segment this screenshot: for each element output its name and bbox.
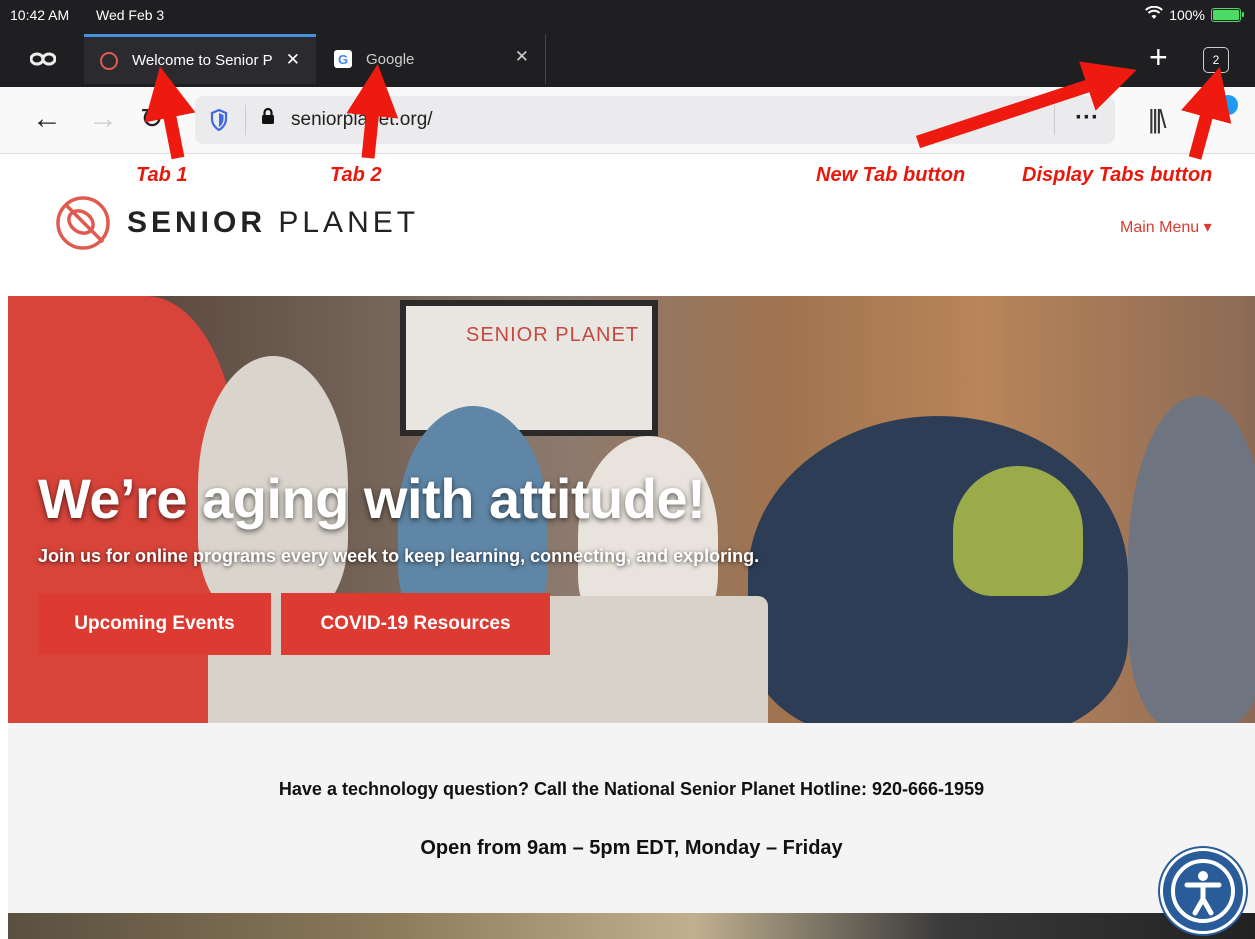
tab-senior-planet[interactable]: Welcome to Senior P ✕: [84, 34, 316, 84]
site-logo-text: SENIOR PLANET: [127, 206, 419, 240]
library-icon[interactable]: |||\: [1148, 104, 1166, 135]
account-avatar[interactable]: [1218, 95, 1238, 115]
hero-person: [1128, 396, 1255, 723]
annotation-tab2: Tab 2: [330, 164, 382, 186]
next-section-image: [8, 913, 1255, 939]
divider: [1054, 105, 1055, 135]
hero-banner: SENIOR PLANET We’re aging with attitude!…: [8, 296, 1255, 723]
back-button[interactable]: ←: [32, 102, 62, 136]
status-time: 10:42 AM: [10, 7, 70, 23]
tracking-protection-shield-icon[interactable]: [210, 108, 228, 132]
wifi-icon: [1145, 5, 1164, 23]
hotline-section: Have a technology question? Call the Nat…: [8, 723, 1255, 913]
logo-word-senior: SENIOR: [127, 206, 267, 239]
senior-planet-favicon-icon: [100, 51, 118, 70]
accessibility-button[interactable]: [1160, 848, 1246, 934]
logo-word-planet: PLANET: [266, 206, 420, 239]
status-date: Wed Feb 3: [96, 7, 165, 23]
status-bar: 10:42 AM Wed Feb 3 100%: [0, 0, 1255, 30]
close-tab-icon[interactable]: ✕: [515, 47, 529, 67]
browser-toolbar: ← → ↻ seniorplanet.org/ ··· |||\: [0, 87, 1255, 154]
tab-strip: Welcome to Senior P ✕ G Google ✕ + 2: [0, 30, 1255, 87]
annotation-tab1: Tab 1: [136, 164, 188, 186]
site-logo[interactable]: SENIOR PLANET: [55, 194, 419, 252]
new-tab-button[interactable]: +: [1149, 41, 1168, 73]
accessibility-icon: [1171, 859, 1235, 923]
status-right: 100%: [1145, 5, 1244, 23]
close-tab-icon[interactable]: ✕: [286, 50, 300, 70]
lock-icon[interactable]: [261, 107, 275, 130]
hero-subtitle: Join us for online programs every week t…: [38, 546, 760, 566]
tab-title: Google: [366, 50, 415, 68]
annotation-display-tabs: Display Tabs button: [1022, 164, 1213, 186]
covid-resources-button[interactable]: COVID-19 Resources: [281, 593, 550, 655]
hotline-hours: Open from 9am – 5pm EDT, Monday – Friday: [420, 837, 843, 859]
tab-google[interactable]: G Google ✕: [318, 34, 546, 84]
battery-icon: [1211, 7, 1244, 22]
google-favicon-icon: G: [334, 50, 352, 68]
hero-screen-text: SENIOR PLANET: [466, 324, 640, 346]
hotline-text: Have a technology question? Call the Nat…: [278, 779, 985, 799]
private-browsing-icon[interactable]: [29, 46, 57, 72]
battery-percent: 100%: [1169, 6, 1205, 23]
upcoming-events-button[interactable]: Upcoming Events: [38, 593, 271, 655]
url-text[interactable]: seniorplanet.org/: [291, 109, 433, 131]
senior-planet-logo-icon: [56, 196, 110, 250]
reload-button[interactable]: ↻: [140, 102, 163, 135]
tab-title: Welcome to Senior P: [132, 52, 273, 69]
annotation-new-tab: New Tab button: [816, 164, 966, 186]
page-actions-more-icon[interactable]: ···: [1075, 104, 1099, 132]
divider: [245, 105, 246, 135]
hero-title: We’re aging with attitude!: [38, 467, 706, 530]
display-tabs-button[interactable]: 2: [1203, 47, 1229, 73]
main-menu-button[interactable]: Main Menu ▾: [1120, 217, 1212, 237]
hero-projector-screen: SENIOR PLANET: [400, 300, 658, 436]
forward-button[interactable]: →: [88, 102, 118, 136]
hero-person: [953, 466, 1083, 596]
address-bar[interactable]: seniorplanet.org/ ···: [195, 96, 1115, 144]
